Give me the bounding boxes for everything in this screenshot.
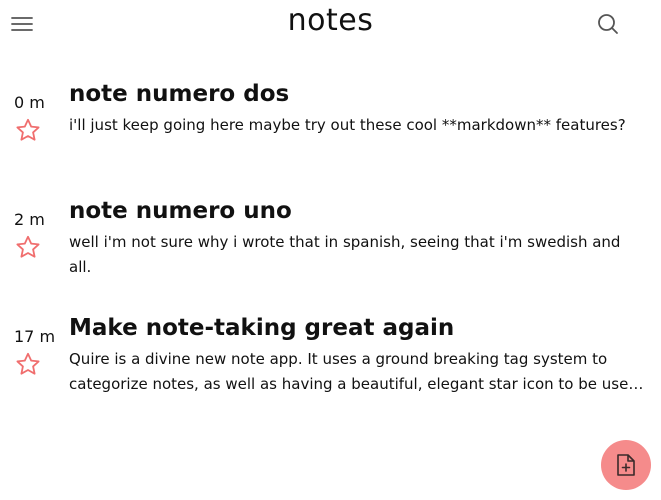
star-icon [16, 235, 40, 258]
new-note-icon [617, 454, 635, 476]
note-age: 2 m [14, 210, 45, 229]
new-note-button[interactable] [601, 440, 651, 490]
star-icon [16, 118, 40, 141]
note-title: note numero uno [69, 198, 292, 224]
favorite-star-button[interactable] [15, 352, 41, 376]
star-icon [16, 352, 40, 375]
note-preview: i'll just keep going here maybe try out … [69, 116, 626, 134]
search-button[interactable] [595, 11, 621, 37]
note-list-item[interactable]: 2 m note numero uno well i'm not sure wh… [0, 196, 661, 296]
hamburger-menu-icon [11, 17, 33, 31]
note-age: 0 m [14, 93, 45, 112]
app-title: notes [287, 3, 374, 38]
note-age: 17 m [14, 327, 56, 346]
menu-button[interactable] [10, 12, 34, 36]
search-icon [598, 14, 618, 34]
note-preview: Quire is a divine new note app. It uses … [69, 350, 638, 393]
favorite-star-button[interactable] [15, 235, 41, 259]
note-title: Make note-taking great again [69, 315, 455, 341]
app-header: notes [0, 0, 661, 50]
note-list-item[interactable]: 0 m note numero dos i'll just keep going… [0, 79, 661, 179]
note-meta: 0 m [14, 93, 56, 142]
favorite-star-button[interactable] [15, 118, 41, 142]
note-list-item[interactable]: 17 m Make note-taking great again Quire … [0, 313, 661, 413]
note-meta: 2 m [14, 210, 56, 259]
note-title: note numero dos [69, 81, 290, 107]
note-meta: 17 m [14, 327, 56, 376]
note-preview: well i'm not sure why i wrote that in sp… [69, 233, 621, 276]
